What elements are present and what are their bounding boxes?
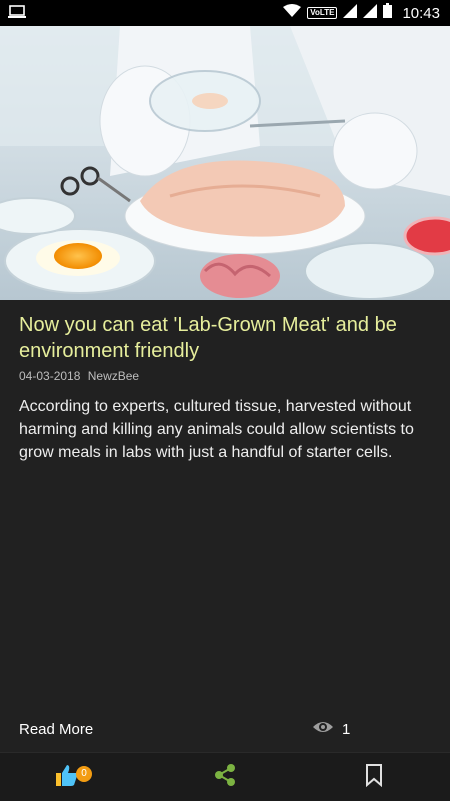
article-headline[interactable]: Now you can eat 'Lab-Grown Meat' and be … [19, 312, 429, 364]
bookmark-icon [364, 764, 384, 791]
share-button[interactable] [214, 763, 236, 792]
share-icon [214, 764, 236, 791]
wifi-icon [283, 3, 302, 23]
signal-icon [363, 3, 378, 23]
article-source: NewzBee [87, 369, 140, 383]
battery-icon [383, 3, 393, 23]
like-button[interactable]: 0 [55, 763, 92, 792]
bookmark-button[interactable] [364, 763, 384, 792]
article-date: 04-03-2018 [19, 369, 81, 383]
screen-cast-icon [8, 5, 26, 24]
status-bar: VoLTE 10:43 [0, 0, 450, 26]
view-count: 1 [312, 720, 350, 738]
article-meta: 04-03-2018 NewzBee [19, 369, 139, 383]
view-count-value: 1 [342, 720, 351, 738]
bottom-action-bar: 0 [0, 752, 450, 801]
eye-icon [312, 720, 334, 738]
network-badge: VoLTE [307, 7, 338, 19]
signal-icon [343, 3, 358, 23]
thumbs-up-icon [55, 765, 79, 791]
hero-image [0, 26, 450, 300]
article-summary: According to experts, cultured tissue, h… [19, 398, 414, 461]
status-time: 10:43 [402, 4, 440, 22]
like-count-badge: 0 [76, 766, 92, 782]
read-more-link[interactable]: Read More [19, 721, 93, 738]
